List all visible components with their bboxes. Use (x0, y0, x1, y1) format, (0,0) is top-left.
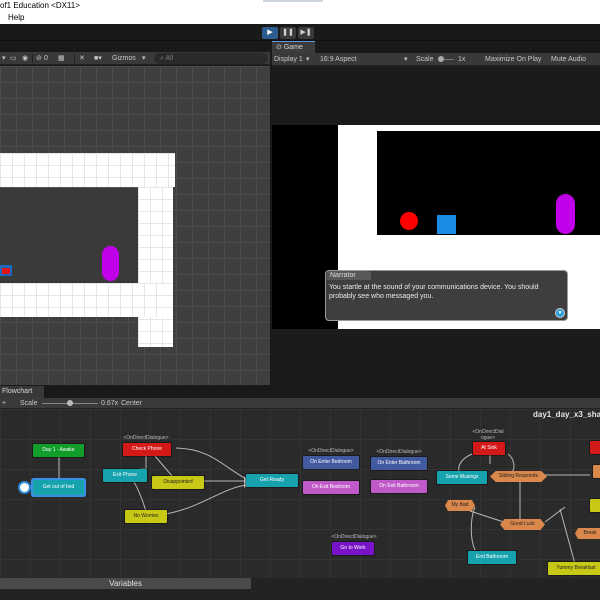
blue-cube (437, 215, 456, 234)
player-sprite[interactable] (2, 268, 10, 274)
gizmos-dropdown-icon[interactable]: ▾ (142, 53, 146, 64)
node-on-exit-bedroom[interactable]: On Exit Bedroom (303, 481, 359, 494)
display-dropdown[interactable]: Display 1 (274, 54, 303, 65)
node-on-enter-bedroom[interactable]: On Enter Bedroom (303, 456, 359, 469)
node-some-musings[interactable]: Some Musings (437, 471, 487, 484)
purple-capsule (556, 194, 575, 234)
variables-panel: Variables (0, 578, 600, 600)
maximize-on-play-toggle[interactable]: Maximize On Play (485, 54, 541, 65)
pause-button[interactable]: ❚❚ (280, 27, 296, 39)
add-block-icon[interactable]: + (2, 398, 6, 409)
npc-capsule[interactable] (102, 246, 119, 281)
game-tab-icon: ⊙ (276, 44, 284, 51)
2d-toggle-icon[interactable]: ▭ (10, 53, 17, 64)
node-day1-awake[interactable]: Day 1 - Awake (33, 444, 84, 457)
node-offscreen-yellow[interactable] (590, 499, 600, 512)
node-no-worries[interactable]: No Worries (125, 510, 167, 523)
scene-toolbar: ▾ ▭ ◉ ⊘ 0 ▦ ✕ ■▾ Gizmos ▾ ⌕ All (0, 52, 270, 65)
at-sink-tag: <OnDirectDial ogue> (472, 429, 504, 441)
title-bar-accent (263, 0, 323, 2)
search-placeholder: All (165, 55, 174, 62)
tab-flowchart[interactable]: Flowchart (0, 386, 44, 398)
node-check-phone[interactable]: Check Phone (123, 443, 171, 456)
aspect-dropdown[interactable]: 16:9 Aspect (320, 54, 357, 65)
lighting-icon[interactable]: ◉ (22, 53, 28, 64)
tools-icon[interactable]: ✕ (79, 53, 85, 64)
play-toolbar: ▶ ❚❚ ▶❚ (0, 24, 600, 41)
flowchart-scale-label: Scale (20, 400, 38, 407)
toolbar-separator (32, 54, 33, 63)
window-title: of1 Education <DX11> (0, 1, 80, 10)
node-offscreen-red[interactable] (590, 441, 600, 454)
effects-icon[interactable]: ▦ (58, 53, 65, 64)
tab-game[interactable]: ⊙ Game (272, 41, 315, 53)
flowchart-zoom-thumb[interactable] (67, 400, 73, 406)
level-wall-top (0, 153, 175, 187)
node-get-out-of-bed[interactable]: Get out of bed (33, 480, 84, 495)
node-break[interactable]: Break (575, 528, 600, 539)
scale-slider-thumb[interactable] (438, 56, 444, 62)
center-button[interactable]: Center (121, 398, 142, 409)
flowchart-canvas[interactable]: day1_day_x3_share Day 1 (0, 409, 600, 579)
play-button[interactable]: ▶ (262, 27, 278, 39)
node-exit-phone[interactable]: Exit Phone (103, 469, 147, 482)
variables-header[interactable]: Variables (0, 578, 251, 589)
start-indicator-icon (18, 481, 31, 494)
node-disappointed[interactable]: Disappointed (152, 476, 204, 489)
node-go-to-work[interactable]: Go to Work (332, 542, 374, 555)
red-ball (400, 212, 418, 230)
flowchart-toolbar: + Scale 0.67x Center (0, 398, 600, 409)
flowchart-zoom-value: 0.67x (101, 400, 119, 407)
dialog-text: You startle at the sound of your communi… (329, 284, 539, 300)
draw-mode-icon[interactable]: ▾ (2, 53, 6, 64)
hidden-objects-icon[interactable]: ⊘ (36, 53, 42, 64)
display-dropdown-icon[interactable]: ▾ (306, 54, 310, 65)
menu-bar: Help (0, 12, 600, 24)
dialog-box: Narrator You startle at the sound of you… (325, 270, 568, 321)
enter-bedroom-tag: <OnDirectDialogue> (308, 448, 354, 454)
window-title-bar: of1 Education <DX11> (0, 0, 600, 12)
node-end-bathroom[interactable]: End Bathroom (468, 551, 516, 564)
go-to-work-tag: <OnDirectDialogue> (331, 534, 377, 540)
dialog-continue-icon[interactable]: ▼ (555, 308, 565, 318)
node-get-ready[interactable]: Get Ready (246, 474, 298, 487)
menu-help[interactable]: Help (8, 13, 24, 22)
dialog-speaker: Narrator (327, 271, 371, 280)
node-on-enter-bathroom[interactable]: On Enter Bathroom (371, 457, 427, 470)
node-my-bad[interactable]: My Bad (445, 500, 475, 511)
game-toolbar: Display 1 ▾ 16:9 Aspect ▾ Scale 1x Maxim… (272, 53, 600, 66)
game-tab-label: Game (283, 44, 303, 51)
check-phone-tag: <OnDirectDialogue> (123, 435, 169, 441)
node-at-sink[interactable]: At Sink (473, 442, 505, 455)
node-yummy-breakfast[interactable]: Yummy Breakfast (548, 562, 600, 575)
camera-icon[interactable]: ■▾ (94, 53, 102, 64)
aspect-dropdown-icon[interactable]: ▾ (404, 54, 408, 65)
gizmos-button[interactable]: Gizmos (112, 53, 136, 64)
enter-bathroom-tag: <OnDirectDialogue> (376, 449, 422, 455)
scale-label: Scale (416, 56, 434, 63)
toolbar-separator (74, 54, 75, 63)
step-button[interactable]: ▶❚ (298, 27, 314, 39)
scale-value: 1x (458, 56, 466, 63)
scene-search-input[interactable]: ⌕ All (154, 53, 268, 64)
mute-audio-toggle[interactable]: Mute Audio (551, 54, 586, 65)
game-tab-bar: ⊙ Game (272, 41, 600, 53)
node-offscreen-orange[interactable] (593, 465, 600, 478)
game-view[interactable]: Narrator You startle at the sound of you… (272, 66, 600, 385)
node-good-luck[interactable]: Good Luck (500, 519, 545, 530)
layers-count: 0 (44, 55, 48, 62)
scene-view[interactable] (0, 66, 270, 385)
node-sibling-responds[interactable]: Sibling Responds (490, 471, 547, 482)
flowchart-tab-bar: Flowchart (0, 385, 600, 398)
level-wall-right (138, 187, 173, 347)
node-on-exit-bathroom[interactable]: On Exit Bathroom (371, 480, 427, 493)
level-floor (0, 283, 165, 317)
